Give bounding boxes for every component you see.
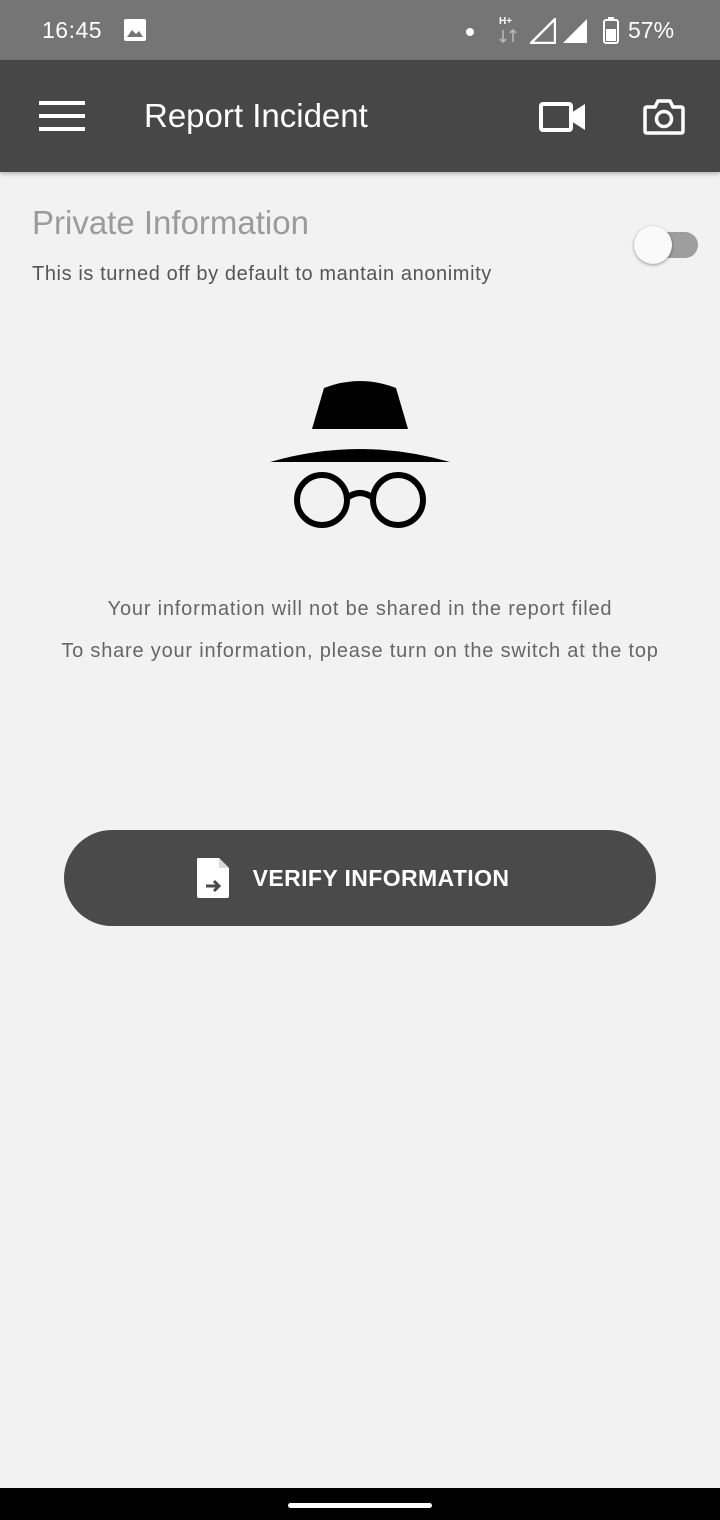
report-incident-screen: 16:45 H+ 57% Report Incident Private Inf… bbox=[0, 0, 720, 1520]
record-video-button[interactable] bbox=[530, 88, 594, 146]
signal-icon bbox=[563, 19, 587, 43]
gallery-icon bbox=[124, 19, 146, 41]
verify-information-button[interactable]: VERIFY INFORMATION bbox=[64, 830, 656, 926]
incognito-icon bbox=[270, 381, 450, 528]
file-export-icon bbox=[196, 858, 229, 898]
page-title: Report Incident bbox=[144, 97, 368, 134]
menu-button[interactable] bbox=[30, 90, 94, 142]
info-how-to-share-text: To share your information, please turn o… bbox=[61, 640, 659, 662]
menu-icon bbox=[39, 101, 85, 131]
camera-icon bbox=[643, 99, 685, 135]
take-photo-button[interactable] bbox=[632, 88, 696, 146]
network-type-label: H+ bbox=[499, 16, 512, 27]
signal-icon bbox=[530, 18, 556, 44]
switch-thumb bbox=[634, 226, 672, 264]
battery-icon bbox=[603, 17, 619, 44]
app-bar: Report Incident bbox=[0, 60, 720, 172]
notification-dot-icon bbox=[466, 28, 474, 36]
private-information-switch[interactable] bbox=[632, 224, 700, 266]
network-data-icon: H+ bbox=[499, 16, 517, 44]
private-information-title: Private Information bbox=[32, 204, 309, 241]
status-time: 16:45 bbox=[42, 17, 103, 43]
status-bar: 16:45 H+ 57% bbox=[0, 0, 720, 60]
home-gesture-handle[interactable] bbox=[288, 1503, 432, 1508]
battery-level: 57% bbox=[628, 17, 675, 43]
video-camera-icon bbox=[539, 102, 585, 132]
info-not-shared-text: Your information will not be shared in t… bbox=[107, 598, 613, 620]
private-information-subtitle: This is turned off by default to mantain… bbox=[32, 263, 492, 285]
navigation-bar bbox=[0, 1488, 720, 1520]
verify-information-label: VERIFY INFORMATION bbox=[252, 864, 510, 891]
